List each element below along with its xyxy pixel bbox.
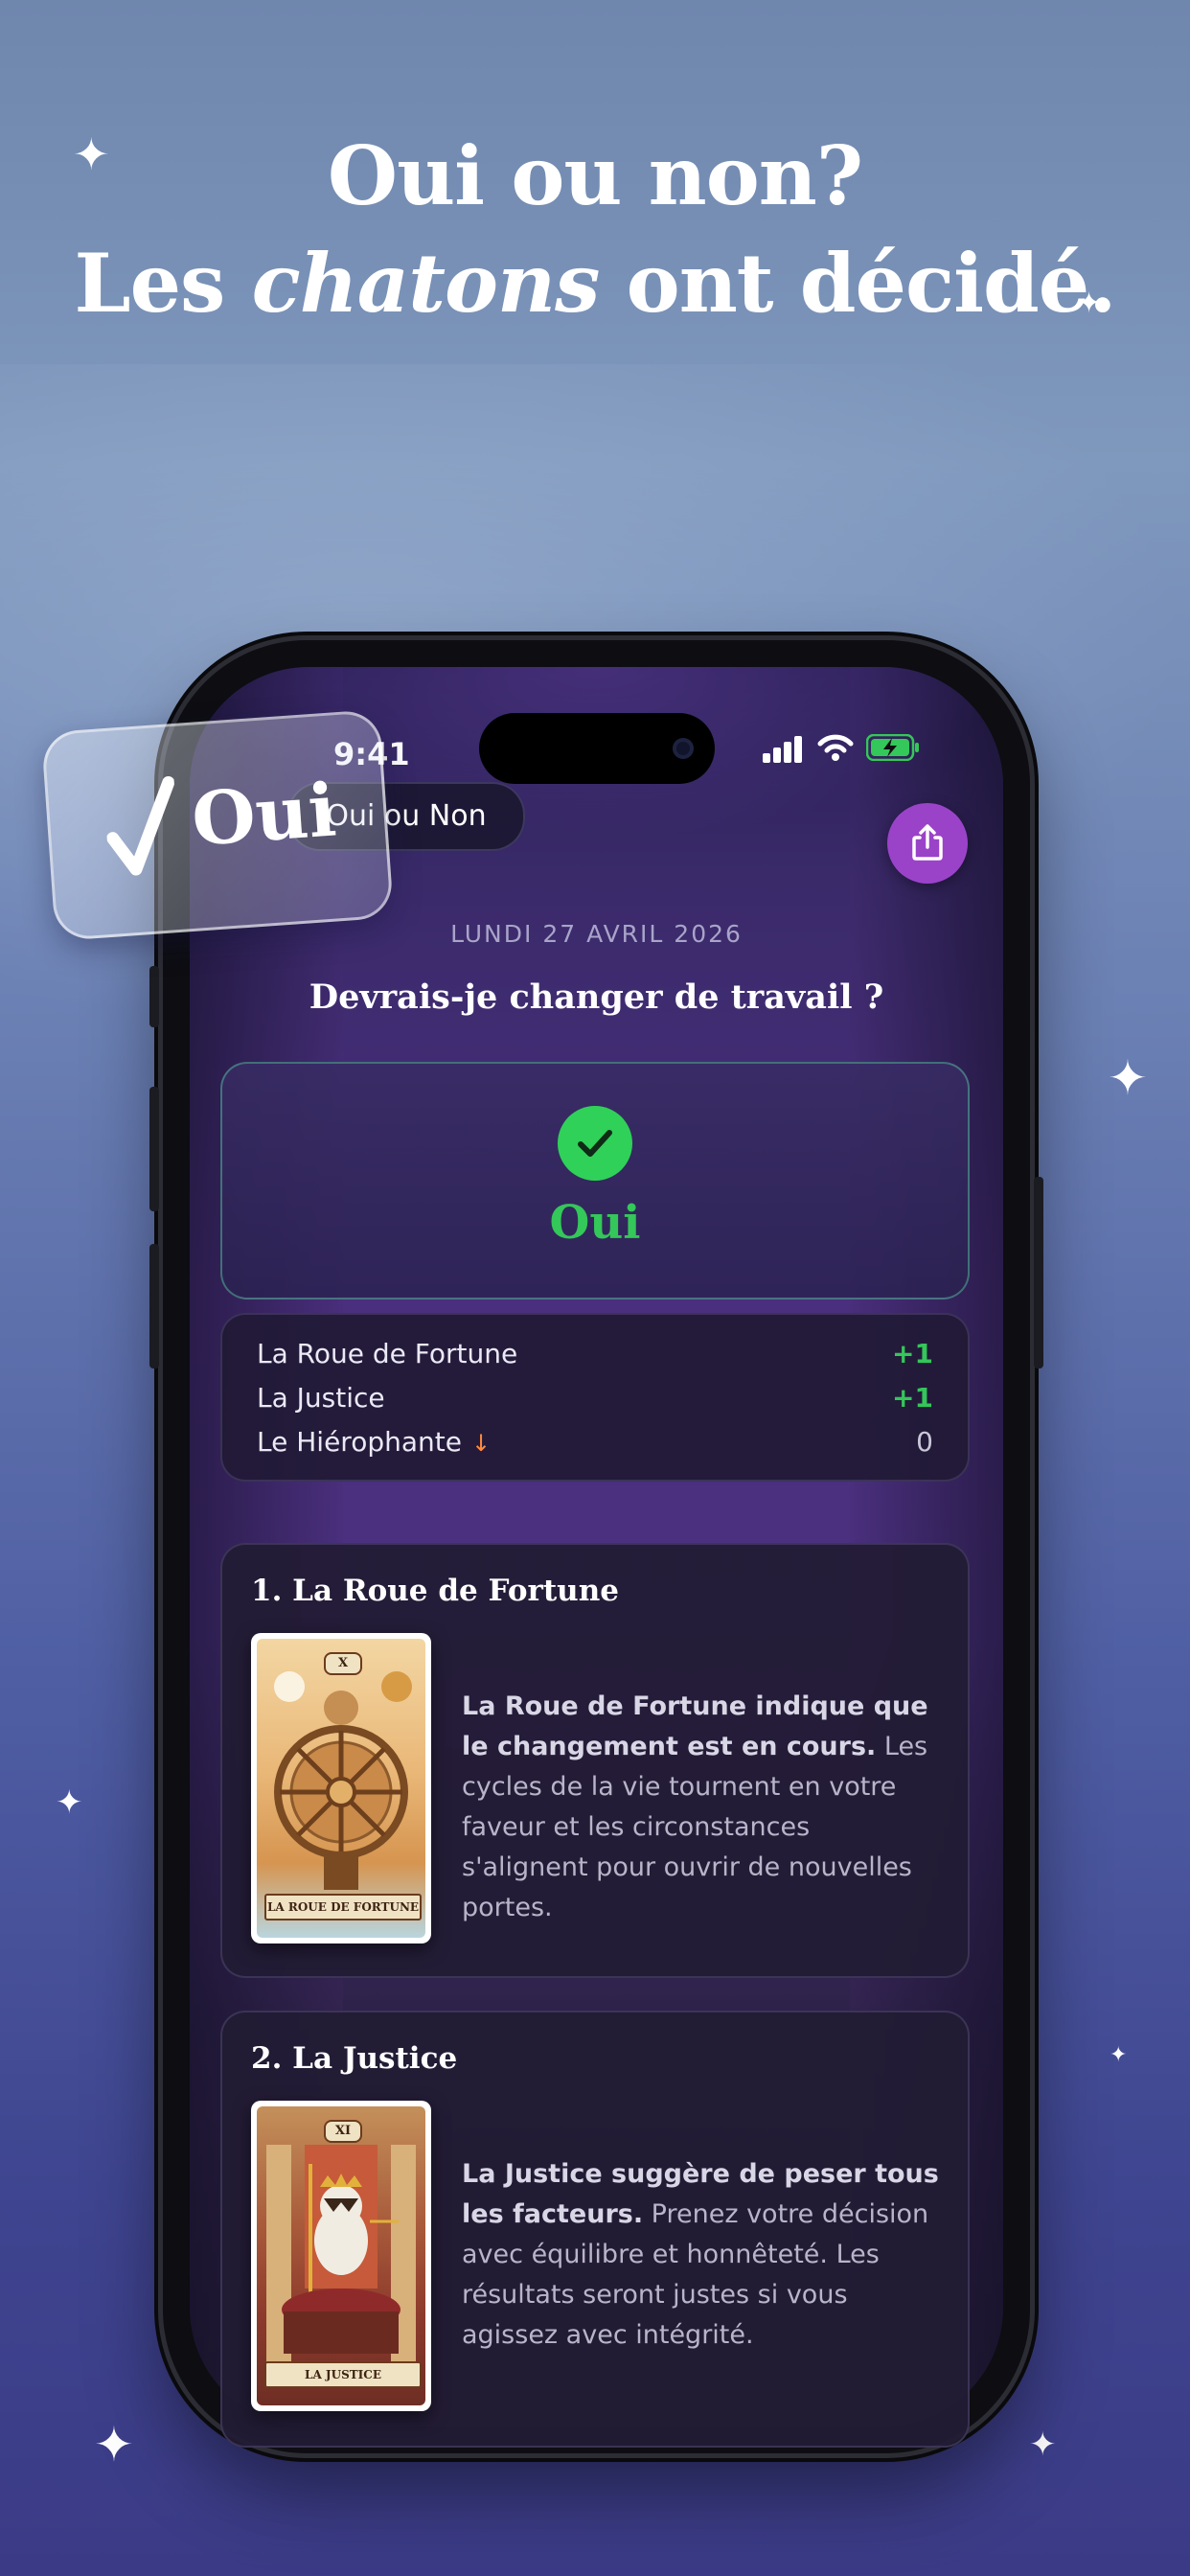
scores-card: La Roue de Fortune +1 La Justice +1 Le H… — [220, 1313, 970, 1482]
camera-icon — [673, 738, 694, 759]
result-label: Oui — [549, 1196, 641, 1250]
answer-badge: Oui — [40, 708, 395, 942]
score-card-name: La Roue de Fortune — [257, 1338, 518, 1369]
score-value: 0 — [916, 1426, 933, 1458]
score-row: La Roue de Fortune +1 — [257, 1338, 933, 1380]
question-text: Devrais-je changer de travail ? — [309, 978, 884, 1017]
card-reading[interactable]: 1. La Roue de Fortune X LA ROUE DE FORTU… — [220, 1543, 970, 1978]
headline-line-1: Oui ou non? — [327, 128, 863, 223]
power-button — [1034, 1177, 1043, 1368]
volume-up-button — [149, 1087, 159, 1211]
dynamic-island — [479, 713, 715, 784]
signal-icon — [763, 734, 805, 763]
battery-charging-icon — [866, 734, 919, 761]
score-row: La Justice +1 — [257, 1382, 933, 1424]
volume-down-button — [149, 1244, 159, 1368]
card-description: La Justice suggère de peser tous les fac… — [462, 2159, 939, 2350]
headline-line-2: Les chatons ont décidé. — [74, 236, 1117, 331]
card-title: 1. La Roue de Fortune — [251, 1574, 619, 1608]
tarot-card-name: LA ROUE DE FORTUNE — [264, 1894, 422, 1920]
badge-label: Oui — [189, 767, 339, 862]
score-card-name: La Justice — [257, 1382, 385, 1414]
share-button[interactable] — [887, 803, 968, 884]
result-card: Oui — [220, 1062, 970, 1300]
reading-date: LUNDI 27 AVRIL 2026 — [450, 920, 743, 948]
reversed-arrow-icon: ↓ — [470, 1430, 492, 1457]
wifi-icon — [817, 734, 854, 761]
sparkle-icon: ✦ — [73, 128, 110, 180]
score-row: Le Hiérophante ↓ 0 — [257, 1426, 933, 1468]
action-button — [149, 966, 159, 1027]
score-value: +1 — [892, 1338, 933, 1369]
checkmark-icon — [106, 775, 175, 876]
check-circle-icon — [558, 1106, 632, 1181]
card-title: 2. La Justice — [251, 2041, 458, 2076]
score-card-name: Le Hiérophante — [257, 1426, 462, 1458]
score-value: +1 — [892, 1382, 933, 1414]
card-reading[interactable]: 2. La Justice XI LA JUSTICE La Justice s… — [220, 2011, 970, 2448]
sparkle-icon: ✦ — [1077, 287, 1102, 320]
status-icons — [763, 734, 954, 772]
tarot-card-image: XI LA JUSTICE — [251, 2101, 431, 2411]
sparkle-icon: ✦ — [1108, 1050, 1148, 1106]
tarot-card-image: X LA ROUE DE FORTUNE — [251, 1633, 431, 1944]
share-icon — [912, 824, 943, 861]
tarot-card-name: LA JUSTICE — [264, 2361, 422, 2388]
sparkle-icon: ✦ — [56, 1783, 83, 1822]
sparkle-icon: ✦ — [94, 2417, 134, 2472]
sparkle-icon: ✦ — [1029, 2426, 1057, 2464]
sparkle-icon: ✦ — [1110, 2043, 1128, 2067]
card-description: La Roue de Fortune indique que le change… — [462, 1691, 928, 1922]
headline: Oui ou non? Les chatons ont décidé. — [0, 123, 1190, 337]
